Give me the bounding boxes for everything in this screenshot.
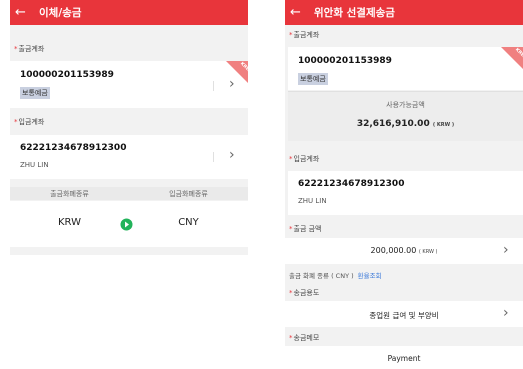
withdraw-account-label: *출금계좌 <box>14 44 44 54</box>
chevron-right-icon[interactable]: › <box>229 77 235 91</box>
currency-note: 출금 화폐 종류 ( CNY ) 환율조회 <box>289 270 382 280</box>
ribbon-text: KRW <box>239 61 248 74</box>
withdraw-account-card[interactable]: KRW 100000201153989 보통예금 › <box>10 61 248 108</box>
deposit-account-number: 62221234678912300 <box>20 143 127 153</box>
purpose-value: 종업원 급여 및 부양비 <box>369 311 439 320</box>
app-header: ← 위안화 선결제송금 <box>285 0 523 25</box>
deposit-label-text: 입금계좌 <box>18 118 45 126</box>
memo-label-text: 송금메모 <box>293 334 320 342</box>
withdraw-label-text: 출금계좌 <box>293 31 320 39</box>
memo-label: *송금메모 <box>289 333 319 343</box>
transfer-screen: ← 이체/송금 *출금계좌 KRW 100000201153989 보통예금 ›… <box>10 0 248 255</box>
divider <box>213 81 214 91</box>
from-currency[interactable]: KRW <box>10 217 129 228</box>
purpose-label-text: 송금용도 <box>293 289 320 297</box>
balance-unit: ( KRW ) <box>432 122 455 128</box>
required-mark: * <box>289 31 293 39</box>
page-title: 위안화 선결제송금 <box>314 7 395 19</box>
deposit-account-label: *입금계좌 <box>289 154 319 164</box>
to-currency[interactable]: CNY <box>129 217 248 228</box>
currency-ribbon: KRW <box>501 47 523 69</box>
amount-value: 200,000.00 <box>370 246 417 255</box>
currency-header-row: 출금화폐종류 입금화폐종류 <box>10 187 248 200</box>
currency-note-text: 출금 화폐 종류 ( CNY ) <box>289 272 354 280</box>
deposit-account-number: 62221234678912300 <box>298 179 405 189</box>
back-arrow-icon[interactable]: ← <box>15 0 37 25</box>
amount-unit: ( KRW ) <box>418 249 438 255</box>
back-arrow-icon[interactable]: ← <box>290 0 312 25</box>
exchange-rate-link[interactable]: 환율조회 <box>358 272 382 280</box>
deposit-account-card[interactable]: 62221234678912300 ZHU LIN › <box>10 135 248 179</box>
ribbon-text: KRW <box>514 47 523 60</box>
balance-box: 사용가능금액 32,616,910.00 ( KRW ) <box>288 91 523 141</box>
amount-label-text: 출금 금액 <box>293 225 322 233</box>
purpose-label: *송금용도 <box>289 288 319 298</box>
withdraw-label-text: 출금계좌 <box>18 45 45 53</box>
deposit-account-card[interactable]: 62221234678912300 ZHU LIN <box>288 171 523 215</box>
deposit-label-text: 입금계좌 <box>293 155 320 163</box>
deposit-account-label: *입금계좌 <box>14 117 44 127</box>
yuan-prepayment-screen: ← 위안화 선결제송금 *출금계좌 KRW 100000201153989 보통… <box>285 0 523 369</box>
required-mark: * <box>289 225 293 233</box>
amount-row[interactable]: 200,000.00 ( KRW ) › <box>285 238 523 264</box>
to-currency-label: 입금화폐종류 <box>169 190 208 198</box>
memo-input[interactable]: Payment <box>285 346 523 369</box>
required-mark: * <box>289 155 293 163</box>
deposit-account-name: ZHU LIN <box>298 197 327 205</box>
app-header: ← 이체/송금 <box>10 0 248 25</box>
purpose-row[interactable]: 종업원 급여 및 부양비 › <box>285 301 523 327</box>
chevron-right-icon[interactable]: › <box>503 243 509 257</box>
page-title: 이체/송금 <box>39 7 82 19</box>
from-currency-label: 출금화폐종류 <box>50 190 89 198</box>
memo-value: Payment <box>387 354 421 363</box>
withdraw-account-number: 100000201153989 <box>298 56 392 66</box>
currency-selector: KRW CNY <box>10 201 248 247</box>
balance-label: 사용가능금액 <box>386 101 425 109</box>
amount-display: 200,000.00 ( KRW ) <box>285 246 523 255</box>
withdraw-account-label: *출금계좌 <box>289 30 319 40</box>
divider <box>213 152 214 162</box>
withdraw-account-type: 보통예금 <box>20 87 50 99</box>
required-mark: * <box>289 289 293 297</box>
required-mark: * <box>14 45 18 53</box>
required-mark: * <box>289 334 293 342</box>
withdraw-account-card[interactable]: KRW 100000201153989 보통예금 <box>288 47 523 90</box>
amount-label: *출금 금액 <box>289 224 322 234</box>
chevron-right-icon[interactable]: › <box>229 148 235 162</box>
deposit-account-name: ZHU LIN <box>20 161 49 169</box>
required-mark: * <box>14 118 18 126</box>
balance-amount: 32,616,910.00 ( KRW ) <box>288 119 523 129</box>
chevron-right-icon[interactable]: › <box>503 306 509 320</box>
balance-value: 32,616,910.00 <box>356 119 430 129</box>
withdraw-account-number: 100000201153989 <box>20 70 114 80</box>
withdraw-account-type: 보통예금 <box>298 73 328 85</box>
